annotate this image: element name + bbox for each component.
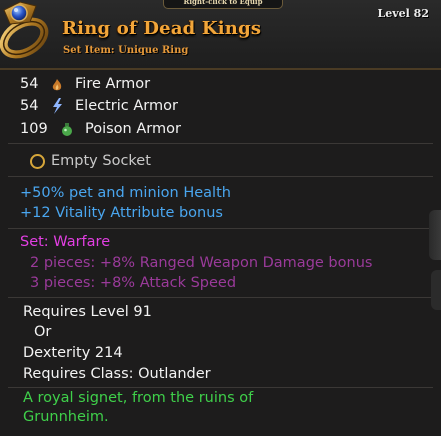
socket-label: Empty Socket [51, 153, 151, 169]
socket-icon [30, 154, 45, 169]
armor-label: Fire Armor [75, 76, 151, 92]
armor-label: Poison Armor [85, 121, 181, 137]
stat-pet-health: +50% pet and minion Health [20, 185, 231, 201]
poison-icon [61, 123, 75, 137]
set-bonus-2: 2 pieces: +8% Ranged Weapon Damage bonus [30, 255, 373, 271]
fire-icon [51, 78, 65, 92]
item-tooltip: Right-click to Equip Ring of Dead Kings … [0, 0, 441, 436]
lightning-icon [51, 98, 65, 114]
flavor-text-line2: Grunnheim. [23, 409, 109, 425]
divider [8, 387, 433, 388]
requirement-or: Or [34, 324, 52, 340]
item-name: Ring of Dead Kings [62, 18, 262, 39]
divider [8, 228, 433, 229]
divider [8, 297, 433, 298]
armor-value: 109 [20, 121, 48, 137]
requirement-dexterity: Dexterity 214 [23, 345, 123, 361]
requirement-level: Requires Level 91 [23, 304, 152, 320]
equip-hint-tab: Right-click to Equip [163, 0, 283, 9]
item-type: Set Item: Unique Ring [63, 45, 189, 56]
divider [8, 176, 433, 177]
ring-icon [0, 0, 62, 62]
requirement-class: Requires Class: Outlander [23, 366, 211, 382]
tooltip-header: Right-click to Equip Ring of Dead Kings … [0, 0, 441, 70]
set-bonus-3: 3 pieces: +8% Attack Speed [30, 275, 237, 291]
set-title: Set: Warfare [20, 234, 111, 250]
flavor-text-line1: A royal signet, from the ruins of [23, 390, 254, 406]
armor-label: Electric Armor [75, 98, 178, 114]
background-panel-edge [429, 210, 441, 260]
background-panel-edge [431, 270, 441, 310]
item-level: Level 82 [377, 7, 429, 20]
divider [8, 143, 433, 144]
armor-value: 54 [20, 76, 39, 92]
armor-value: 54 [20, 98, 39, 114]
stat-vitality: +12 Vitality Attribute bonus [20, 205, 223, 221]
